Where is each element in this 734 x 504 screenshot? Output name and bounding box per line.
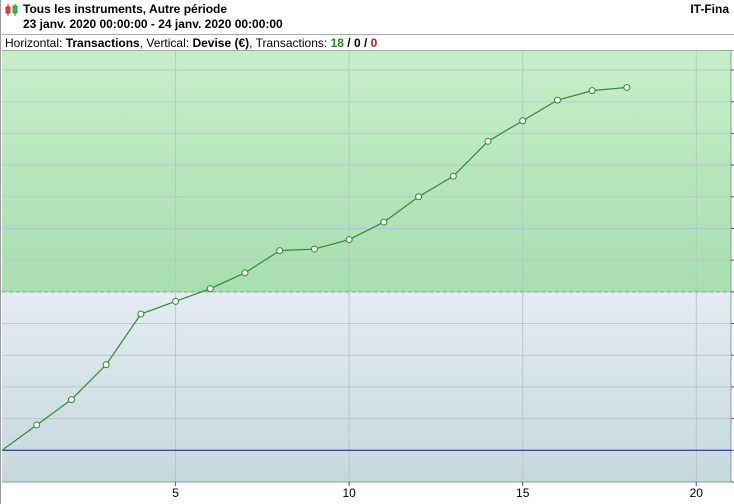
vertical-value: Devise (€) <box>192 36 250 50</box>
separator: , <box>139 36 144 50</box>
slash: / <box>347 36 351 50</box>
candlestick-icon <box>5 4 18 16</box>
data-point <box>553 96 561 104</box>
horizontal-value: Transactions <box>65 36 140 50</box>
slash: / <box>363 36 368 50</box>
data-point <box>276 247 284 255</box>
x-tick-label: 15 <box>516 486 530 500</box>
data-point <box>241 269 249 277</box>
data-point <box>519 117 527 125</box>
separator: , <box>249 36 253 50</box>
data-point <box>172 297 180 305</box>
data-point <box>206 285 214 293</box>
count-win: 18 <box>330 36 344 50</box>
data-point <box>67 396 75 404</box>
x-tick-label: 10 <box>342 486 356 500</box>
chart-window: Tous les instruments, Autre période 23 j… <box>0 0 734 504</box>
horizontal-label: Horizontal: <box>5 36 63 50</box>
data-point <box>310 245 318 253</box>
transactions-label: Transactions: <box>255 36 328 50</box>
period-range: 23 janv. 2020 00:00:00 - 24 janv. 2020 0… <box>23 17 283 31</box>
data-point <box>33 421 41 429</box>
data-point <box>415 193 423 201</box>
profit-zone <box>2 51 731 292</box>
data-point <box>623 83 631 91</box>
data-point <box>102 361 110 369</box>
equity-line-chart: 5 10 15 20 <box>1 51 734 500</box>
data-point <box>345 236 353 244</box>
data-point <box>484 137 492 145</box>
vertical-label: Vertical: <box>146 36 190 50</box>
data-point <box>380 218 388 226</box>
data-point <box>137 310 145 318</box>
count-loss: 0 <box>370 36 378 50</box>
x-tick-label: 20 <box>690 486 704 500</box>
chart-title: Tous les instruments, Autre période <box>23 2 228 16</box>
brand-label: IT-Fina <box>690 2 729 16</box>
window-header: Tous les instruments, Autre période 23 j… <box>1 0 734 34</box>
data-point <box>588 87 596 95</box>
axis-info-bar: Horizontal: Transactions, Vertical: Devi… <box>2 34 734 51</box>
data-point <box>449 172 457 180</box>
x-tick-label: 5 <box>172 486 179 500</box>
count-neutral: 0 <box>353 36 361 50</box>
